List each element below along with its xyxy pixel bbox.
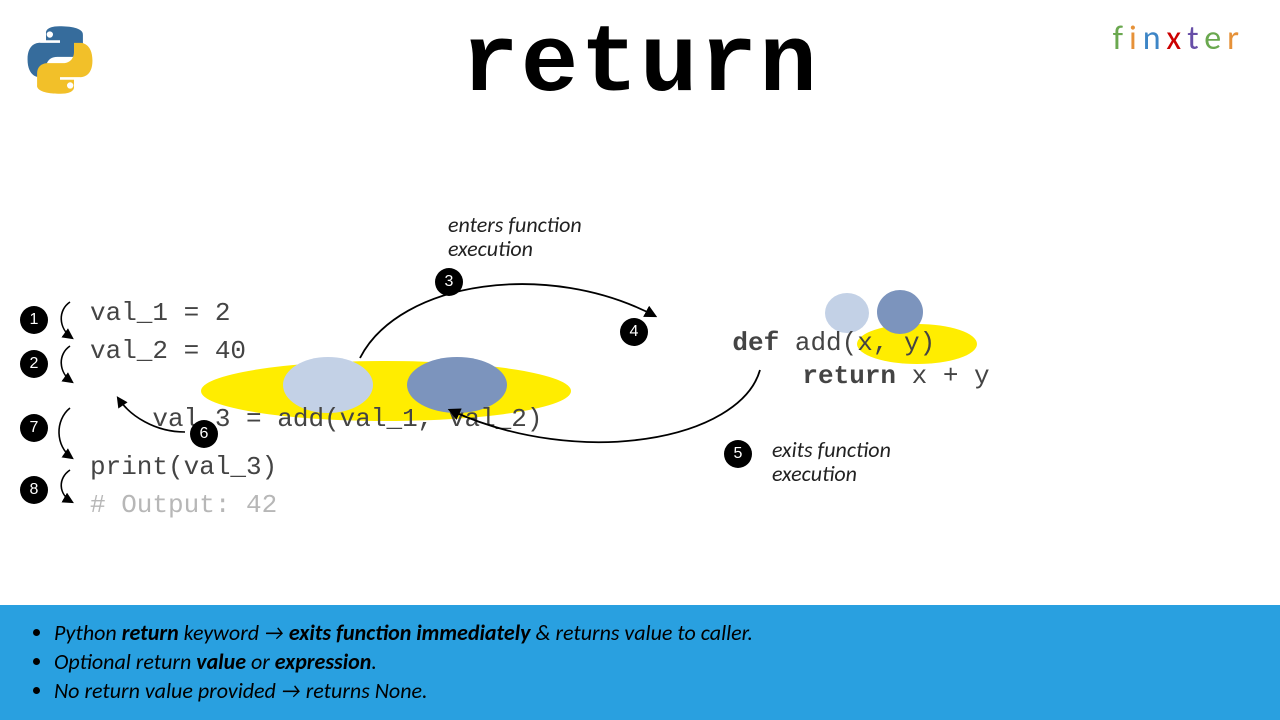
- code-line-2: val_2 = 40: [90, 336, 246, 366]
- step-badge-2: 2: [20, 350, 48, 378]
- code-call: add(val_1, val_2): [277, 404, 542, 434]
- code-line-4: print(val_3): [90, 452, 277, 482]
- step-badge-8: 8: [20, 476, 48, 504]
- annotation-exit: exits functionexecution: [772, 438, 891, 486]
- step-badge-3: 3: [435, 268, 463, 296]
- code-line-1: val_1 = 2: [90, 298, 230, 328]
- step-badge-4: 4: [620, 318, 648, 346]
- step-badge-1: 1: [20, 306, 48, 334]
- brand-letter: t: [1187, 18, 1204, 59]
- brand-letter: n: [1143, 18, 1167, 59]
- footer-summary: Python return keyword → exits function i…: [0, 605, 1280, 720]
- return-keyword: return: [802, 361, 896, 391]
- code-return-line: return x + y: [740, 331, 990, 421]
- step-badge-5: 5: [724, 440, 752, 468]
- brand-letter: i: [1129, 18, 1143, 59]
- python-icon: [25, 25, 95, 95]
- brand-letter: e: [1204, 18, 1227, 59]
- code-line-3: val_3 = add(val_1, val_2): [90, 374, 543, 464]
- footer-bullet-3: No return value provided → returns None.: [54, 677, 1250, 704]
- page-title: return: [0, 10, 1280, 119]
- annotation-enter: enters functionexecution: [448, 213, 582, 261]
- brand-letter: r: [1227, 18, 1245, 59]
- footer-bullet-1: Python return keyword → exits function i…: [54, 619, 1250, 646]
- brand-letter: x: [1166, 18, 1187, 59]
- step-badge-7: 7: [20, 414, 48, 442]
- brand-logo: finxter: [1113, 18, 1245, 59]
- footer-bullet-2: Optional return value or expression.: [54, 648, 1250, 675]
- slide: { "title": "return", "brand": {"f":"f","…: [0, 0, 1280, 720]
- return-expression: x + y: [896, 361, 990, 391]
- step-badge-6: 6: [190, 420, 218, 448]
- brand-letter: f: [1113, 18, 1129, 59]
- code-line-5: # Output: 42: [90, 490, 277, 520]
